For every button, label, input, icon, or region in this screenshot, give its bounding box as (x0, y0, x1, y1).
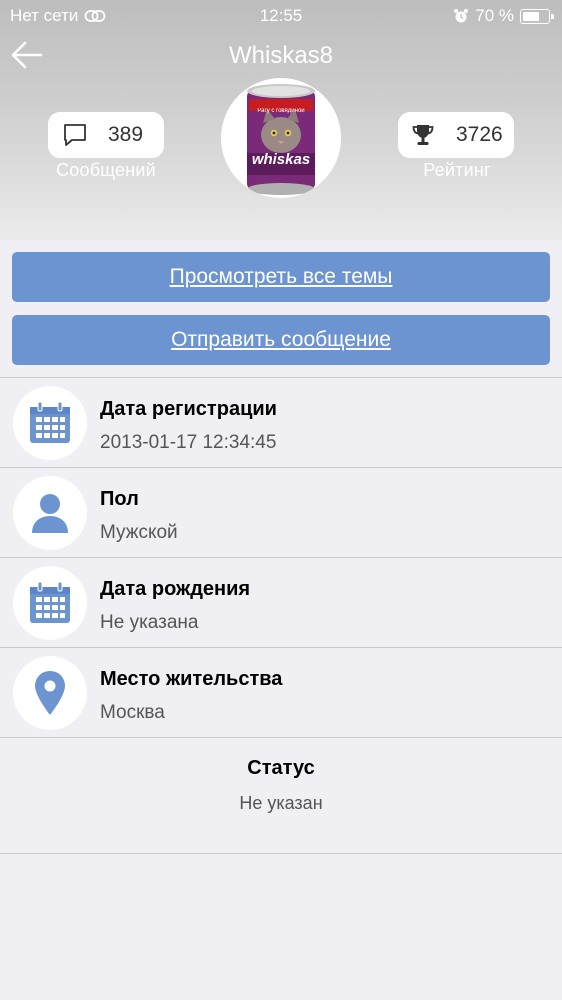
status-section: Статус Не указан (0, 737, 562, 854)
avatar-image (247, 84, 315, 195)
status-value: Не указан (239, 793, 323, 813)
status-bar-right: 70 % (453, 6, 554, 26)
gender-row: Пол Мужской (0, 467, 562, 557)
registration-icon-circle (13, 386, 87, 460)
send-message-button[interactable]: Отправить сообщение (12, 315, 550, 365)
birthdate-icon-circle (13, 566, 87, 640)
speech-bubble-icon (64, 124, 86, 146)
messages-count-pill[interactable]: 389 (48, 112, 164, 158)
location-value: Москва (100, 702, 165, 723)
location-row: Место жительства Москва (0, 647, 562, 737)
avatar-brand-text: whiskas (251, 151, 311, 168)
location-title: Место жительства (100, 668, 283, 690)
person-icon (32, 494, 68, 533)
screen-title: Whiskas8 (228, 42, 334, 69)
avatar[interactable] (221, 78, 341, 198)
birthdate-row: Дата рождения Не указана (0, 557, 562, 647)
battery-level (523, 11, 540, 21)
rating-count: 3726 (456, 123, 503, 146)
trophy-icon (412, 125, 434, 145)
location-pin-icon (35, 671, 65, 715)
calendar-icon (30, 581, 70, 623)
gender-title: Пол (100, 488, 139, 510)
messages-label: Сообщений (56, 160, 156, 180)
gender-value: Мужской (100, 522, 178, 543)
registration-value: 2013-01-17 12:34:45 (100, 432, 277, 453)
gender-icon-circle (13, 476, 87, 550)
registration-date-row: Дата регистрации 2013-01-17 12:34:45 (0, 377, 562, 467)
birthdate-value: Не указана (100, 612, 199, 633)
alarm-clock-icon (454, 9, 469, 23)
rating-label: Рейтинг (423, 160, 491, 180)
calendar-icon (30, 401, 70, 443)
view-all-topics-button[interactable]: Просмотреть все темы (12, 252, 550, 302)
rating-pill[interactable]: 3726 (398, 112, 514, 158)
status-title: Статус (247, 757, 315, 779)
battery-icon (520, 8, 554, 24)
battery-percent: 70 % (475, 6, 514, 25)
registration-title: Дата регистрации (100, 398, 277, 420)
avatar-sticker-text: Рагу с говядиной (257, 108, 305, 114)
birthdate-title: Дата рождения (100, 578, 251, 600)
location-icon-circle (13, 656, 87, 730)
messages-count: 389 (108, 123, 144, 146)
profile-header: Нет сети 12:55 70 % Whiskas8 389 Сообщен… (0, 0, 562, 240)
status-bar: Нет сети 12:55 70 % (0, 0, 562, 32)
